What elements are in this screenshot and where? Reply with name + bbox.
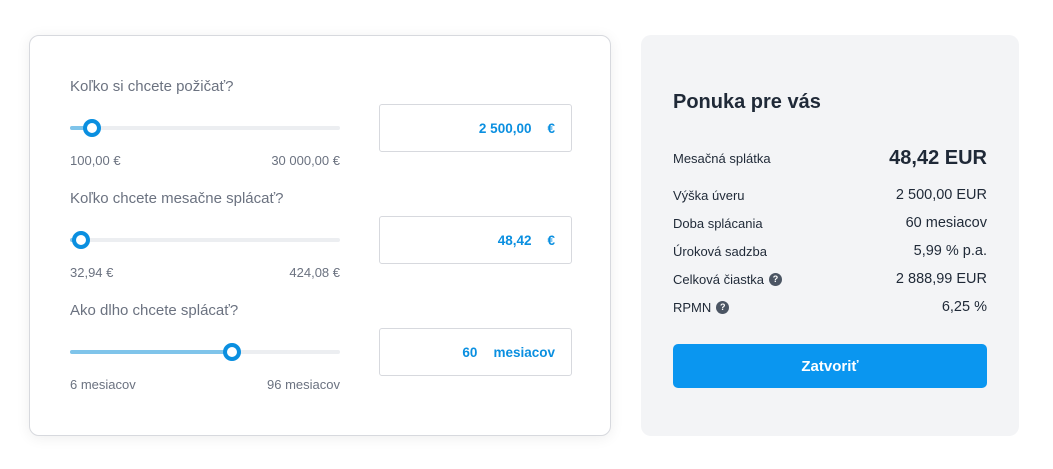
- offer-label: Výška úveru: [673, 187, 745, 203]
- monthly-question: Koľko chcete mesačne splácať?: [70, 190, 284, 207]
- offer-row-rpmn: RPMN ? 6,25 %: [673, 299, 987, 315]
- offer-label: Celková čiastka: [673, 271, 765, 287]
- help-icon[interactable]: ?: [769, 272, 783, 286]
- offer-label: Doba splácania: [673, 215, 763, 231]
- monthly-value: 48,42: [497, 232, 532, 248]
- amount-value: 2 500,00: [478, 120, 532, 136]
- offer-value: 60 mesiacov: [905, 215, 987, 231]
- amount-max-label: 30 000,00 €: [271, 153, 340, 168]
- offer-label: RPMN: [673, 299, 712, 315]
- amount-slider-thumb[interactable]: [82, 119, 101, 137]
- offer-value: 2 888,99 EUR: [895, 271, 987, 287]
- amount-question: Koľko si chcete požičať?: [70, 78, 234, 95]
- offer-row-monthly-payment: Mesačná splátka 48,42 EUR: [673, 147, 987, 170]
- offer-value: 2 500,00 EUR: [895, 187, 987, 203]
- offer-value: 6,25 %: [941, 299, 987, 315]
- amount-input[interactable]: 2 500,00 €: [379, 104, 572, 152]
- duration-slider-fill: [70, 350, 232, 354]
- duration-slider-thumb[interactable]: [223, 343, 241, 361]
- monthly-slider[interactable]: [70, 231, 340, 249]
- offer-row-loan-amount: Výška úveru 2 500,00 EUR: [673, 187, 987, 203]
- amount-min-label: 100,00 €: [70, 153, 121, 168]
- monthly-max-label: 424,08 €: [289, 265, 340, 280]
- offer-row-duration: Doba splácania 60 mesiacov: [673, 215, 987, 231]
- amount-unit: €: [547, 120, 555, 136]
- offer-value: 5,99 % p.a.: [913, 243, 987, 259]
- duration-question: Ako dlho chcete splácať?: [70, 302, 239, 319]
- offer-value: 48,42 EUR: [889, 147, 987, 169]
- duration-value: 60: [462, 344, 478, 360]
- offer-title: Ponuka pre vás: [673, 91, 821, 113]
- duration-min-label: 6 mesiacov: [70, 377, 136, 392]
- duration-input[interactable]: 60 mesiacov: [379, 328, 572, 376]
- monthly-min-label: 32,94 €: [70, 265, 114, 280]
- offer-row-total-amount: Celková čiastka ? 2 888,99 EUR: [673, 271, 987, 287]
- amount-slider[interactable]: [70, 119, 340, 137]
- offer-row-interest-rate: Úroková sadzba 5,99 % p.a.: [673, 243, 987, 259]
- duration-slider[interactable]: [70, 343, 340, 361]
- help-icon[interactable]: ?: [716, 300, 730, 314]
- duration-max-label: 96 mesiacov: [267, 377, 340, 392]
- offer-label: Úroková sadzba: [673, 243, 767, 259]
- offer-card: Ponuka pre vás Mesačná splátka 48,42 EUR…: [641, 35, 1019, 436]
- close-button[interactable]: Zatvoriť: [673, 344, 987, 388]
- duration-unit: mesiacov: [493, 344, 555, 360]
- offer-label: Mesačná splátka: [673, 151, 771, 166]
- loan-calculator-card: Koľko si chcete požičať? 100,00 € 30 000…: [29, 35, 611, 436]
- monthly-slider-thumb[interactable]: [71, 231, 90, 249]
- monthly-input[interactable]: 48,42 €: [379, 216, 572, 264]
- monthly-unit: €: [547, 232, 555, 248]
